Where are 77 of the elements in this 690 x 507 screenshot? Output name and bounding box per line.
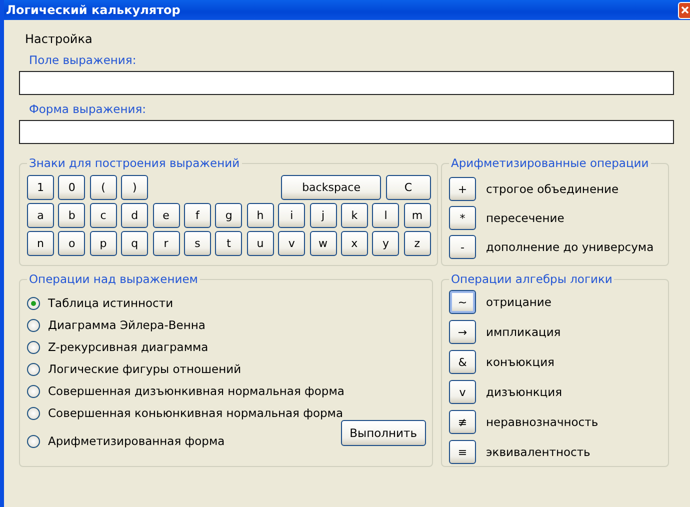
- key-button[interactable]: n: [27, 231, 54, 256]
- key-button[interactable]: o: [58, 231, 86, 256]
- key-button[interactable]: f: [184, 203, 211, 228]
- key-button[interactable]: z: [404, 231, 431, 256]
- key-button[interactable]: 0: [58, 175, 86, 200]
- radio-button[interactable]: [27, 296, 40, 310]
- option-label[interactable]: Z-рекурсивная диаграмма: [48, 340, 208, 354]
- key-button[interactable]: ): [121, 175, 148, 200]
- option-label[interactable]: Таблица истинности: [48, 296, 174, 310]
- key-button[interactable]: 1: [27, 175, 54, 200]
- key-button[interactable]: t: [215, 231, 242, 256]
- key-button[interactable]: u: [246, 231, 274, 256]
- key-button[interactable]: -: [449, 235, 476, 259]
- key-button[interactable]: &: [449, 350, 476, 374]
- key-button[interactable]: e: [152, 203, 180, 228]
- window-title: Логический калькулятор: [6, 3, 180, 17]
- key-button[interactable]: i: [278, 203, 306, 228]
- key-button[interactable]: q: [121, 231, 148, 256]
- key-button[interactable]: ≢: [449, 410, 476, 434]
- operation-label: импликация: [486, 325, 561, 339]
- key-button[interactable]: l: [372, 203, 400, 228]
- key-button[interactable]: m: [404, 203, 431, 228]
- group-title: Арифметизированные операции: [450, 156, 650, 170]
- field-label: Форма выражения:: [28, 102, 148, 116]
- key-button[interactable]: g: [215, 203, 242, 228]
- key-button[interactable]: *: [449, 206, 476, 230]
- operation-label: пересечение: [486, 211, 564, 225]
- key-button[interactable]: k: [340, 203, 368, 228]
- key-button[interactable]: d: [121, 203, 148, 228]
- key-button[interactable]: +: [449, 177, 476, 201]
- key-button[interactable]: (: [90, 175, 117, 200]
- key-button[interactable]: y: [372, 231, 400, 256]
- key-button[interactable]: backspace: [281, 175, 382, 200]
- key-button[interactable]: C: [386, 175, 431, 200]
- option-label[interactable]: Арифметизированная форма: [48, 434, 225, 448]
- radio-button[interactable]: [27, 384, 40, 398]
- key-button[interactable]: ~: [449, 290, 476, 314]
- input-field[interactable]: [19, 120, 674, 144]
- menu-item[interactable]: Настройка: [19, 20, 92, 46]
- group-title: Знаки для построения выражений: [28, 156, 241, 170]
- operation-label: эквивалентность: [486, 445, 590, 459]
- operation-label: дополнение до универсума: [486, 240, 654, 254]
- operation-label: строгое объединение: [486, 182, 619, 196]
- field-label: Поле выражения:: [28, 53, 138, 67]
- radio-button[interactable]: [27, 318, 40, 332]
- key-button[interactable]: v: [278, 231, 306, 256]
- operation-label: неравнозначность: [486, 415, 598, 429]
- operation-label: отрицание: [486, 295, 552, 309]
- run-button[interactable]: Выполнить: [340, 420, 426, 446]
- key-button[interactable]: →: [449, 320, 476, 344]
- key-button[interactable]: c: [90, 203, 117, 228]
- key-button[interactable]: a: [27, 203, 54, 228]
- key-button[interactable]: s: [184, 231, 211, 256]
- option-label[interactable]: Диаграмма Эйлера-Венна: [48, 318, 206, 332]
- operation-label: конъюкция: [486, 355, 554, 369]
- radio-button[interactable]: [27, 434, 40, 448]
- key-button[interactable]: r: [152, 231, 180, 256]
- close-button[interactable]: [678, 2, 690, 18]
- close-icon: [681, 6, 689, 14]
- group-title: Операции алгебры логики: [450, 272, 614, 286]
- key-button[interactable]: w: [310, 231, 337, 256]
- radio-button[interactable]: [27, 362, 40, 376]
- radio-button[interactable]: [27, 406, 40, 420]
- option-label[interactable]: Логические фигуры отношений: [48, 362, 242, 376]
- key-button[interactable]: p: [90, 231, 117, 256]
- group-title: Операции над выражением: [28, 272, 199, 286]
- option-label[interactable]: Совершенная коньюнкивная нормальная форма: [48, 406, 344, 420]
- radio-button[interactable]: [27, 340, 40, 354]
- key-button[interactable]: h: [246, 203, 274, 228]
- key-button[interactable]: x: [340, 231, 368, 256]
- key-button[interactable]: ≡: [449, 440, 476, 464]
- input-field[interactable]: [19, 71, 674, 95]
- operation-label: дизъюнкция: [486, 385, 562, 399]
- key-button[interactable]: j: [310, 203, 337, 228]
- option-label[interactable]: Совершенная дизъюнкивная нормальная форма: [48, 384, 344, 398]
- key-button[interactable]: v: [449, 380, 476, 404]
- key-button[interactable]: b: [58, 203, 86, 228]
